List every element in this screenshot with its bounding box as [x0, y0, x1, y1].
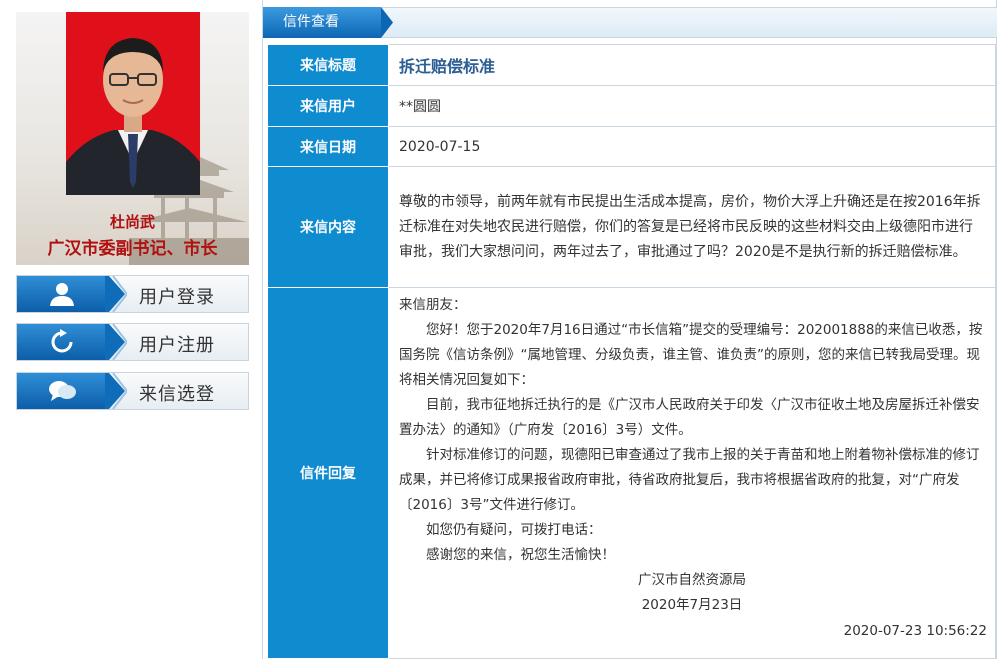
- official-name: 杜尚武: [109, 213, 155, 231]
- letters-selected-button[interactable]: 来信选登: [16, 372, 249, 410]
- table-row: 信件回复 来信朋友： 您好！您于2020年7月16日通过“市长信箱”提交的受理编…: [267, 287, 996, 659]
- reply-greeting: 来信朋友：: [399, 296, 467, 313]
- panel-title: 信件查看: [263, 7, 381, 38]
- reply-paragraph: 您好！您于2020年7月16日通过“市长信箱”提交的受理编号：202001888…: [399, 321, 983, 388]
- reply-key: 信件回复: [267, 287, 389, 659]
- letter-date: 2020-07-15: [388, 126, 996, 167]
- reply-timestamp: 2020-07-23 10:56:22: [843, 622, 987, 639]
- official-profile-card: 杜尚武 广汉市委副书记、市长: [16, 12, 249, 265]
- table-row: 来信内容 尊敬的市领导，前两年就有市民提出生活成本提高，房价，物价大浮上升确还是…: [267, 166, 996, 288]
- chat-bubbles-icon: [49, 381, 76, 401]
- reply-paragraph: 如您仍有疑问，可拨打电话：: [426, 521, 602, 538]
- reply-paragraph: 感谢您的来信，祝您生活愉快！: [426, 546, 615, 563]
- letter-reply: 来信朋友： 您好！您于2020年7月16日通过“市长信箱”提交的受理编号：202…: [389, 289, 995, 658]
- user-register-label: 用户注册: [139, 335, 215, 356]
- reply-paragraph: 针对标准修订的问题，现德阳已审查通过了我市上报的关于青苗和地上附着物补偿标准的修…: [399, 446, 980, 513]
- official-portrait-photo: [66, 12, 200, 195]
- user-key: 来信用户: [267, 85, 389, 127]
- reply-organization: 广汉市自然资源局: [638, 571, 746, 588]
- letter-user: **圆圆: [388, 85, 996, 127]
- table-row: 来信日期 2020-07-15: [267, 126, 996, 167]
- user-login-label: 用户登录: [139, 287, 215, 308]
- left-sidebar: 杜尚武 广汉市委副书记、市长 用户登录 用户注册 来信选登: [0, 0, 258, 659]
- table-row: 来信标题 拆迁赔偿标准: [267, 44, 996, 86]
- user-icon: [50, 283, 74, 306]
- user-register-button[interactable]: 用户注册: [16, 323, 249, 361]
- letters-selected-label: 来信选登: [139, 384, 215, 405]
- content-key: 来信内容: [267, 166, 389, 288]
- letter-detail-table: 来信标题 拆迁赔偿标准 来信用户 **圆圆 来信日期 2020-07-15 来信…: [267, 44, 996, 659]
- letter-title: 拆迁赔偿标准: [399, 57, 496, 76]
- letter-content: 尊敬的市领导，前两年就有市民提出生活成本提高，房价，物价大浮上升确还是在按201…: [388, 166, 996, 288]
- reply-sign-date: 2020年7月23日: [641, 596, 743, 613]
- table-row: 来信用户 **圆圆: [267, 85, 996, 127]
- panel-header: 信件查看: [263, 7, 997, 38]
- official-title: 广汉市委副书记、市长: [47, 239, 218, 259]
- date-key: 来信日期: [267, 126, 389, 167]
- refresh-icon: [51, 329, 73, 353]
- title-key: 来信标题: [267, 44, 389, 86]
- reply-paragraph: 目前，我市征地拆迁执行的是《广汉市人民政府关于印发〈广汉市征收土地及房屋拆迁补偿…: [399, 396, 980, 438]
- letter-view-panel: 信件查看 来信标题 拆迁赔偿标准 来信用户 **圆圆 来信日期 2020-07-…: [262, 0, 997, 659]
- user-login-button[interactable]: 用户登录: [16, 275, 249, 313]
